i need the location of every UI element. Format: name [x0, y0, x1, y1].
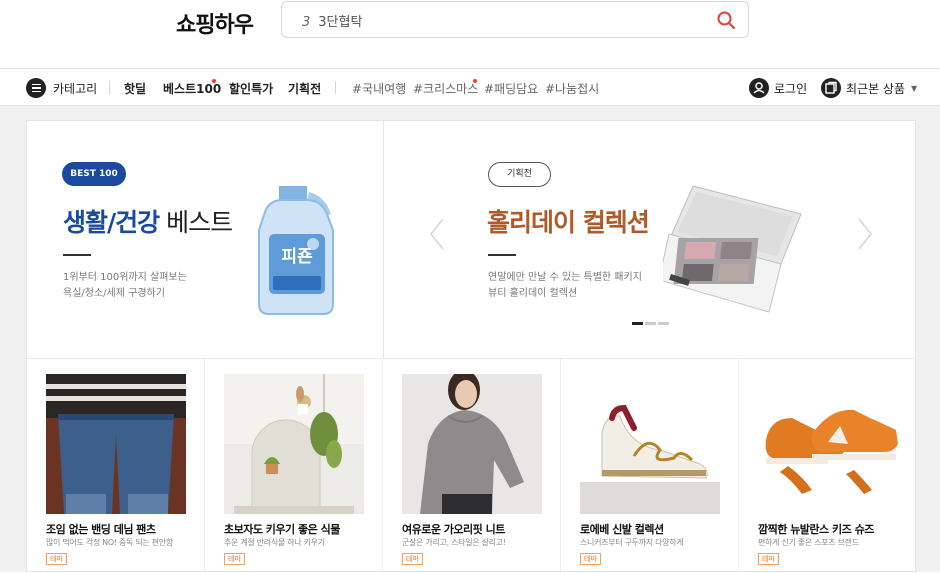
detergent-bottle-image: 피죤	[258, 186, 334, 315]
product-image-denim	[46, 374, 186, 514]
tag-sharing-plate[interactable]: #나눔접시	[545, 80, 599, 97]
hamburger-icon	[26, 78, 46, 98]
banner-description: 1위부터 100위까지 살펴보는 욕실/청소/세제 구경하기	[63, 270, 187, 302]
recent-view-icon	[821, 78, 841, 98]
theme-badge: 테마	[580, 553, 601, 565]
main-navigation: 카테고리 핫딜 베스트100 할인특가 기획전 #국내여행 #크리스마스 #패딩…	[0, 68, 940, 106]
login-button[interactable]: 로그인	[749, 78, 807, 98]
category-label: 카테고리	[53, 81, 98, 96]
banner-desc-line: 1위부터 100위까지 살펴보는	[63, 272, 187, 283]
banner-title-rest: 베스트	[166, 208, 233, 237]
new-indicator-dot	[212, 79, 216, 83]
search-keyword: 3단협탁	[318, 15, 363, 30]
nav-item-exhibition[interactable]: 기획전	[288, 80, 321, 97]
product-subtitle: 많이 먹어도 걱정 NO! 중독 되는 편안함	[46, 538, 173, 547]
product-title: 깜찍한 뉴발란스 키즈 슈즈	[758, 523, 874, 536]
theme-badge: 테마	[46, 553, 67, 565]
banner-title-highlight: 생활/건강	[63, 208, 160, 237]
banner-desc-line: 연말에만 만날 수 있는 특별한 패키지	[488, 272, 642, 283]
product-title: 초보자도 키우기 좋은 식물	[224, 523, 340, 536]
exhibition-badge: 기획전	[488, 162, 551, 187]
product-card[interactable]: 로에베 신발 컬렉션 스니커즈부터 구두까지 다양하게 테마	[561, 359, 739, 573]
category-menu-button[interactable]: 카테고리	[26, 78, 97, 98]
product-card[interactable]: 여유로운 가오리핏 니트 군살은 가리고, 스타일은 살리고! 테마	[383, 359, 561, 573]
search-keyword-rank: 3	[302, 15, 311, 30]
nav-divider	[109, 81, 110, 94]
search-rolling-keyword[interactable]: 3 3단협탁	[302, 11, 362, 30]
product-card[interactable]: 초보자도 키우기 좋은 식물 추운 계절 반려식물 하나 키우기 테마	[205, 359, 383, 573]
banner-description: 연말에만 만날 수 있는 특별한 패키지 뷰티 홀리데이 컬렉션	[488, 270, 642, 302]
product-title: 조임 없는 밴딩 데님 팬츠	[46, 523, 156, 536]
product-subtitle: 스니커즈부터 구두까지 다양하게	[580, 538, 684, 547]
promo-panel: BEST 100 생활/건강 베스트 1위부터 100위까지 살펴보는 욕실/청…	[26, 120, 917, 573]
pagination-dot[interactable]	[658, 322, 669, 325]
banner-desc-line: 욕실/청소/세제 구경하기	[63, 288, 165, 299]
search-icon[interactable]	[716, 10, 736, 30]
product-image-kids-shoes	[758, 374, 898, 514]
best100-badge: BEST 100	[62, 162, 126, 186]
banner-underline	[488, 254, 516, 256]
header: 쇼핑하우 3 3단협탁	[0, 0, 940, 68]
main-content: BEST 100 생활/건강 베스트 1위부터 100위까지 살펴보는 욕실/청…	[0, 106, 940, 573]
tag-domestic-travel[interactable]: #국내여행	[352, 80, 406, 97]
banner-desc-line: 뷰티 홀리데이 컬렉션	[488, 288, 578, 299]
product-subtitle: 편하게 신기 좋은 스포츠 브랜드	[758, 538, 859, 547]
banner-underline	[63, 254, 91, 256]
banner-title: 생활/건강 베스트	[63, 203, 233, 239]
product-image-plants	[224, 374, 364, 514]
chevron-down-icon: ▼	[911, 83, 918, 93]
theme-badge: 테마	[758, 553, 779, 565]
user-icon	[749, 78, 769, 98]
pagination-dot[interactable]	[645, 322, 656, 325]
banner-next-arrow-icon[interactable]	[855, 217, 875, 251]
product-image-knit	[402, 374, 542, 514]
search-box[interactable]: 3 3단협탁	[281, 1, 749, 38]
product-card[interactable]: 조임 없는 밴딩 데님 팬츠 많이 먹어도 걱정 NO! 중독 되는 편안함 테…	[27, 359, 205, 573]
tag-christmas[interactable]: #크리스마스	[413, 80, 478, 97]
banner-prev-arrow-icon[interactable]	[427, 217, 447, 251]
banner-divider	[383, 121, 384, 358]
product-card[interactable]: 깜찍한 뉴발란스 키즈 슈즈 편하게 신기 좋은 스포츠 브랜드 테마	[739, 359, 917, 573]
product-title: 여유로운 가오리핏 니트	[402, 523, 505, 536]
banner-title: 홀리데이 컬렉션	[487, 208, 650, 237]
recent-label: 최근본 상품	[846, 81, 906, 96]
theme-badge: 테마	[224, 553, 245, 565]
login-label: 로그인	[774, 81, 808, 96]
theme-badge: 테마	[402, 553, 423, 565]
recent-products-button[interactable]: 최근본 상품 ▼	[821, 78, 917, 98]
nav-item-discount[interactable]: 할인특가	[229, 80, 273, 97]
tag-padding-blanket[interactable]: #패딩담요	[484, 80, 538, 97]
banner-pagination	[632, 322, 672, 325]
product-subtitle: 군살은 가리고, 스타일은 살리고!	[402, 538, 506, 547]
site-logo[interactable]: 쇼핑하우	[176, 7, 254, 39]
new-indicator-dot	[473, 79, 477, 83]
product-title: 로에베 신발 컬렉션	[580, 523, 664, 536]
bottle-brand-label: 피죤	[281, 247, 313, 267]
nav-item-hotdeal[interactable]: 핫딜	[124, 80, 146, 97]
eyeshadow-palette-image	[663, 185, 802, 313]
pagination-dot-active[interactable]	[632, 322, 643, 325]
product-subtitle: 추운 계절 반려식물 하나 키우기	[224, 538, 325, 547]
nav-divider	[335, 81, 336, 94]
product-image-sneaker	[580, 374, 720, 514]
